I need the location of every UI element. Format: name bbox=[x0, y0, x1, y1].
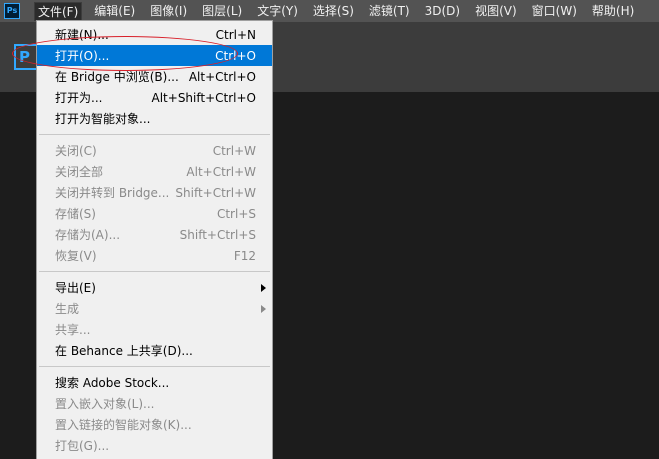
menu-item-label: 打开(O)... bbox=[55, 49, 110, 63]
menu-item-shortcut: Ctrl+W bbox=[212, 143, 256, 158]
menu-item-label: 存储为(A)... bbox=[55, 228, 121, 242]
menu-item-shortcut: Alt+Shift+Ctrl+O bbox=[151, 90, 256, 105]
menu-separator bbox=[39, 271, 270, 272]
submenu-arrow-icon bbox=[261, 304, 266, 313]
menu-item-shortcut: Shift+Ctrl+W bbox=[175, 185, 256, 200]
menu-filter[interactable]: 滤镜(T) bbox=[366, 2, 413, 21]
photoshop-logo-icon: Ps bbox=[4, 3, 20, 19]
menu-item-open[interactable]: 打开(O)... Ctrl+O bbox=[37, 45, 272, 66]
menu-item-close[interactable]: 关闭(C) Ctrl+W bbox=[37, 140, 272, 161]
home-panel-logo-icon: P bbox=[14, 44, 36, 70]
file-menu-dropdown: 新建(N)... Ctrl+N 打开(O)... Ctrl+O 在 Bridge… bbox=[36, 20, 273, 459]
menu-item-close-all[interactable]: 关闭全部 Alt+Ctrl+W bbox=[37, 161, 272, 182]
menu-item-close-and-go-to-bridge[interactable]: 关闭并转到 Bridge... Shift+Ctrl+W bbox=[37, 182, 272, 203]
menu-item-label: 共享... bbox=[55, 323, 91, 337]
menu-item-label: 在 Behance 上共享(D)... bbox=[55, 344, 193, 358]
menu-item-shortcut: Ctrl+O bbox=[215, 48, 256, 63]
menu-3d[interactable]: 3D(D) bbox=[422, 2, 463, 21]
menu-item-new[interactable]: 新建(N)... Ctrl+N bbox=[37, 24, 272, 45]
menu-item-generate[interactable]: 生成 bbox=[37, 298, 272, 319]
menu-item-label: 关闭并转到 Bridge... bbox=[55, 186, 170, 200]
menu-window[interactable]: 窗口(W) bbox=[529, 2, 580, 21]
submenu-arrow-icon bbox=[261, 283, 266, 292]
menu-item-label: 置入链接的智能对象(K)... bbox=[55, 418, 192, 432]
menu-type[interactable]: 文字(Y) bbox=[254, 2, 301, 21]
menu-item-label: 在 Bridge 中浏览(B)... bbox=[55, 70, 179, 84]
menu-select[interactable]: 选择(S) bbox=[310, 2, 357, 21]
menu-layer[interactable]: 图层(L) bbox=[199, 2, 245, 21]
menu-item-shortcut: Ctrl+S bbox=[216, 206, 256, 221]
menu-item-label: 存储(S) bbox=[55, 207, 96, 221]
menu-item-shortcut: F12 bbox=[233, 248, 256, 263]
menu-item-export[interactable]: 导出(E) bbox=[37, 277, 272, 298]
menu-item-label: 打开为... bbox=[55, 91, 103, 105]
menu-separator bbox=[39, 134, 270, 135]
menu-item-label: 关闭全部 bbox=[55, 165, 104, 179]
menu-item-save[interactable]: 存储(S) Ctrl+S bbox=[37, 203, 272, 224]
menu-item-browse-in-bridge[interactable]: 在 Bridge 中浏览(B)... Alt+Ctrl+O bbox=[37, 66, 272, 87]
menu-item-place-linked[interactable]: 置入链接的智能对象(K)... bbox=[37, 414, 272, 435]
menu-item-share-on-behance[interactable]: 在 Behance 上共享(D)... bbox=[37, 340, 272, 361]
menu-item-label: 生成 bbox=[55, 302, 80, 316]
menu-item-shortcut: Shift+Ctrl+S bbox=[179, 227, 256, 242]
menu-item-shortcut: Ctrl+N bbox=[215, 27, 256, 42]
menu-item-label: 打开为智能对象... bbox=[55, 112, 151, 126]
menu-item-label: 新建(N)... bbox=[55, 28, 109, 42]
menu-item-share[interactable]: 共享... bbox=[37, 319, 272, 340]
menu-item-package[interactable]: 打包(G)... bbox=[37, 435, 272, 456]
menu-item-label: 打包(G)... bbox=[55, 439, 110, 453]
menu-item-label: 关闭(C) bbox=[55, 144, 97, 158]
menu-bar: Ps 文件(F) 编辑(E) 图像(I) 图层(L) 文字(Y) 选择(S) 滤… bbox=[0, 0, 659, 22]
menu-item-label: 恢复(V) bbox=[55, 249, 97, 263]
menu-item-label: 置入嵌入对象(L)... bbox=[55, 397, 155, 411]
menu-edit[interactable]: 编辑(E) bbox=[91, 2, 138, 21]
menu-item-save-as[interactable]: 存储为(A)... Shift+Ctrl+S bbox=[37, 224, 272, 245]
menu-item-label: 导出(E) bbox=[55, 281, 96, 295]
menu-file[interactable]: 文件(F) bbox=[34, 1, 83, 21]
menu-item-shortcut: Alt+Ctrl+W bbox=[186, 164, 256, 179]
menu-item-shortcut: Alt+Ctrl+O bbox=[188, 69, 256, 84]
menu-item-place-embedded[interactable]: 置入嵌入对象(L)... bbox=[37, 393, 272, 414]
menu-item-search-adobe-stock[interactable]: 搜索 Adobe Stock... bbox=[37, 372, 272, 393]
menu-item-open-as[interactable]: 打开为... Alt+Shift+Ctrl+O bbox=[37, 87, 272, 108]
menu-item-open-as-smart-object[interactable]: 打开为智能对象... bbox=[37, 108, 272, 129]
menu-help[interactable]: 帮助(H) bbox=[589, 2, 637, 21]
menu-view[interactable]: 视图(V) bbox=[472, 2, 520, 21]
menu-item-label: 搜索 Adobe Stock... bbox=[55, 376, 170, 390]
menu-separator bbox=[39, 366, 270, 367]
menu-image[interactable]: 图像(I) bbox=[147, 2, 190, 21]
menu-item-revert[interactable]: 恢复(V) F12 bbox=[37, 245, 272, 266]
